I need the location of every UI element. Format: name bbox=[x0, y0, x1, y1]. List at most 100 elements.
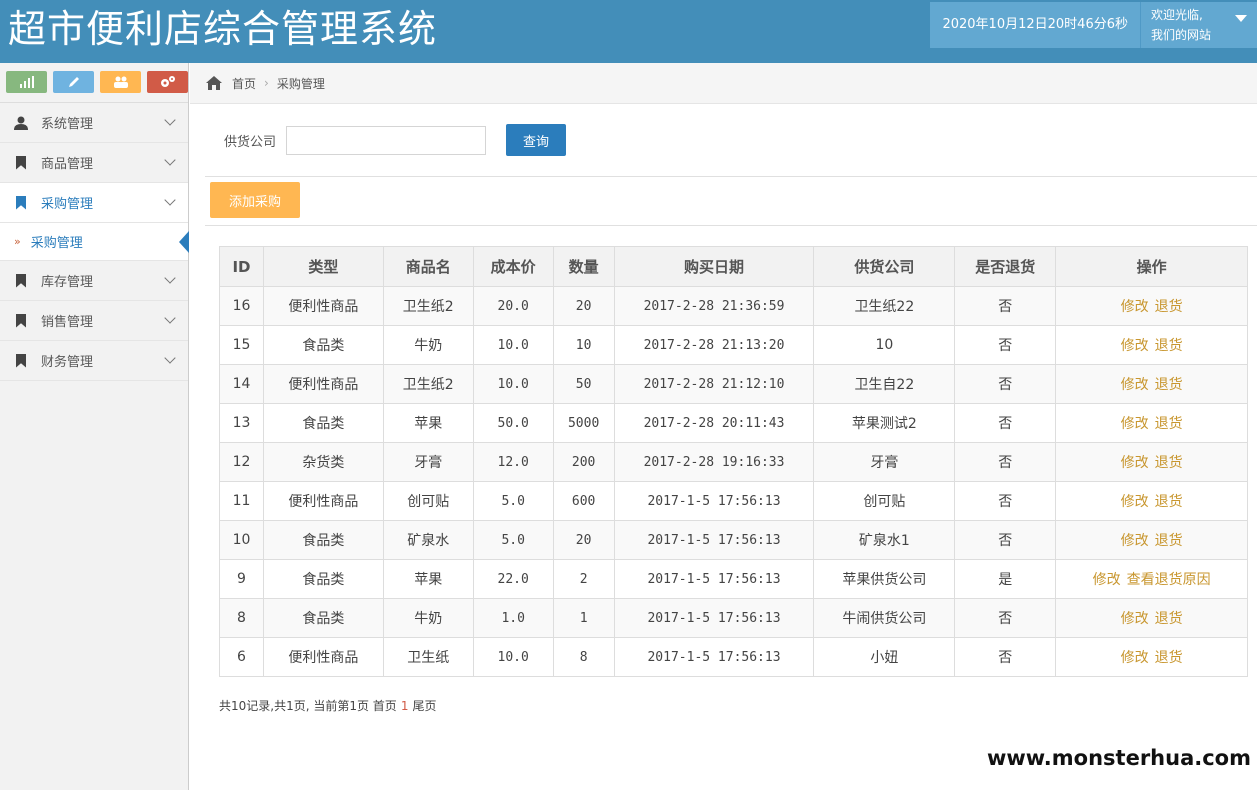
return-link[interactable]: 退货 bbox=[1155, 611, 1183, 627]
edit-link[interactable]: 修改 bbox=[1121, 455, 1149, 471]
cell-id: 14 bbox=[219, 364, 264, 404]
cell-returned: 否 bbox=[954, 364, 1057, 404]
supplier-search-input[interactable] bbox=[286, 125, 487, 155]
cell-cost: 1.0 bbox=[472, 598, 554, 638]
return-link[interactable]: 退货 bbox=[1155, 377, 1183, 393]
chevron-down-icon bbox=[164, 352, 176, 364]
table-row: 15 食品类 牛奶 10.0 10 2017-2-28 21:13:20 10 否修改 退货 bbox=[219, 325, 1248, 365]
sidebar-item-purchase[interactable]: 采购管理 bbox=[0, 183, 188, 223]
cell-id: 12 bbox=[219, 442, 264, 482]
return-link[interactable]: 退货 bbox=[1155, 338, 1183, 354]
return-link[interactable]: 退货 bbox=[1155, 416, 1183, 432]
cell-type: 食品类 bbox=[262, 559, 384, 599]
cell-id: 10 bbox=[219, 520, 264, 560]
pencil-icon[interactable] bbox=[53, 71, 94, 93]
edit-link[interactable]: 修改 bbox=[1121, 533, 1149, 549]
sidebar-item-system[interactable]: 系统管理 bbox=[0, 103, 188, 143]
table-row: 6 便利性商品 卫生纸 10.0 8 2017-1-5 17:56:13 小妞否修改 退货 bbox=[219, 637, 1248, 677]
add-purchase-button[interactable]: 添加采购 bbox=[210, 182, 300, 218]
return-link[interactable]: 退货 bbox=[1155, 299, 1183, 315]
col-header-date: 购买日期 bbox=[613, 246, 815, 287]
edit-link[interactable]: 修改 bbox=[1121, 338, 1149, 354]
chevron-down-icon bbox=[164, 194, 176, 206]
double-angle-right-icon: » bbox=[14, 235, 21, 248]
return-link[interactable]: 退货 bbox=[1155, 455, 1183, 471]
cell-date: 2017-1-5 17:56:13 bbox=[613, 481, 815, 521]
cell-type: 便利性商品 bbox=[262, 286, 384, 326]
users-icon[interactable] bbox=[100, 71, 141, 93]
cell-type: 便利性商品 bbox=[262, 481, 384, 521]
sidebar-shortcuts bbox=[0, 63, 188, 103]
table-row: 16 便利性商品 卫生纸2 20.0 20 2017-2-28 21:36:59 卫生纸22… bbox=[219, 286, 1248, 326]
home-icon[interactable] bbox=[206, 76, 222, 90]
header-right: 2020年10月12日20时46分6秒 欢迎光临, 我们的网站 bbox=[930, 2, 1257, 48]
cell-returned: 是 bbox=[954, 559, 1057, 599]
bookmark-icon bbox=[14, 155, 28, 171]
table-row: 13 食品类 苹果 50.0 5000 2017-2-28 20:11:43 苹果测试2 否修… bbox=[219, 403, 1248, 443]
edit-link[interactable]: 修改 bbox=[1121, 377, 1149, 393]
pager-last-link[interactable]: 尾页 bbox=[412, 699, 436, 713]
pager-summary: 共10记录,共1页, 当前第1页 首页 bbox=[219, 699, 397, 713]
sidebar-item-label: 销售管理 bbox=[41, 315, 94, 330]
pager-current-page[interactable]: 1 bbox=[401, 699, 409, 713]
cell-cost: 10.0 bbox=[472, 325, 554, 365]
view-return-reason-link[interactable]: 查看退货原因 bbox=[1127, 572, 1211, 588]
table-header-row: ID 类型 商品名 成本价 数量 购买日期 供货公司 是否退货 操作 bbox=[219, 246, 1248, 287]
submenu-item-purchase[interactable]: » 采购管理 bbox=[0, 223, 189, 261]
cell-cost: 20.0 bbox=[472, 286, 554, 326]
edit-link[interactable]: 修改 bbox=[1121, 650, 1149, 666]
purchase-table: ID 类型 商品名 成本价 数量 购买日期 供货公司 是否退货 操作 16 便利性… bbox=[219, 246, 1248, 677]
return-link[interactable]: 退货 bbox=[1155, 494, 1183, 510]
cell-qty: 50 bbox=[552, 364, 615, 404]
chevron-down-icon bbox=[164, 312, 176, 324]
edit-link[interactable]: 修改 bbox=[1121, 299, 1149, 315]
chevron-down-icon bbox=[164, 154, 176, 166]
cell-cost: 10.0 bbox=[472, 364, 554, 404]
edit-link[interactable]: 修改 bbox=[1121, 416, 1149, 432]
cell-type: 食品类 bbox=[262, 598, 384, 638]
cell-actions: 修改 退货 bbox=[1055, 286, 1248, 326]
cell-name: 矿泉水 bbox=[382, 520, 474, 560]
return-link[interactable]: 退货 bbox=[1155, 533, 1183, 549]
cell-date: 2017-2-28 21:12:10 bbox=[613, 364, 815, 404]
cell-type: 便利性商品 bbox=[262, 637, 384, 677]
sidebar-item-finance[interactable]: 财务管理 bbox=[0, 341, 188, 381]
cell-id: 15 bbox=[219, 325, 264, 365]
cell-id: 6 bbox=[219, 637, 264, 677]
cell-supplier: 卫生自22 bbox=[813, 364, 956, 404]
user-menu[interactable]: 欢迎光临, 我们的网站 bbox=[1141, 2, 1257, 48]
cell-returned: 否 bbox=[954, 403, 1057, 443]
cell-supplier: 小妞 bbox=[813, 637, 956, 677]
search-button[interactable]: 查询 bbox=[506, 124, 567, 156]
sidebar-item-sales[interactable]: 销售管理 bbox=[0, 301, 188, 341]
breadcrumb-home[interactable]: 首页 bbox=[232, 75, 256, 92]
cell-supplier: 苹果供货公司 bbox=[813, 559, 956, 599]
cell-actions: 修改 退货 bbox=[1055, 520, 1248, 560]
sidebar-item-goods[interactable]: 商品管理 bbox=[0, 143, 188, 183]
cell-cost: 12.0 bbox=[472, 442, 554, 482]
cell-supplier: 创可贴 bbox=[813, 481, 956, 521]
cell-actions: 修改 查看退货原因 bbox=[1055, 559, 1248, 599]
cogs-icon[interactable] bbox=[147, 71, 188, 93]
sidebar-item-label: 系统管理 bbox=[41, 117, 94, 132]
toolbar: 添加采购 bbox=[205, 176, 1257, 226]
col-header-id: ID bbox=[219, 246, 264, 287]
edit-link[interactable]: 修改 bbox=[1121, 611, 1149, 627]
cell-cost: 5.0 bbox=[472, 520, 554, 560]
edit-link[interactable]: 修改 bbox=[1121, 494, 1149, 510]
cell-actions: 修改 退货 bbox=[1055, 325, 1248, 365]
edit-link[interactable]: 修改 bbox=[1093, 572, 1121, 588]
sidebar-item-inventory[interactable]: 库存管理 bbox=[0, 261, 188, 301]
sidebar-item-label: 财务管理 bbox=[41, 355, 94, 370]
cell-date: 2017-2-28 21:36:59 bbox=[613, 286, 815, 326]
cell-actions: 修改 退货 bbox=[1055, 598, 1248, 638]
welcome-line-2: 我们的网站 bbox=[1151, 28, 1212, 42]
return-link[interactable]: 退货 bbox=[1155, 650, 1183, 666]
sidebar-item-label: 商品管理 bbox=[41, 157, 94, 172]
welcome-line-1: 欢迎光临, bbox=[1151, 8, 1203, 22]
col-header-supplier: 供货公司 bbox=[813, 246, 956, 287]
cell-actions: 修改 退货 bbox=[1055, 403, 1248, 443]
cell-returned: 否 bbox=[954, 325, 1057, 365]
cell-returned: 否 bbox=[954, 481, 1057, 521]
signal-icon[interactable] bbox=[6, 71, 47, 93]
